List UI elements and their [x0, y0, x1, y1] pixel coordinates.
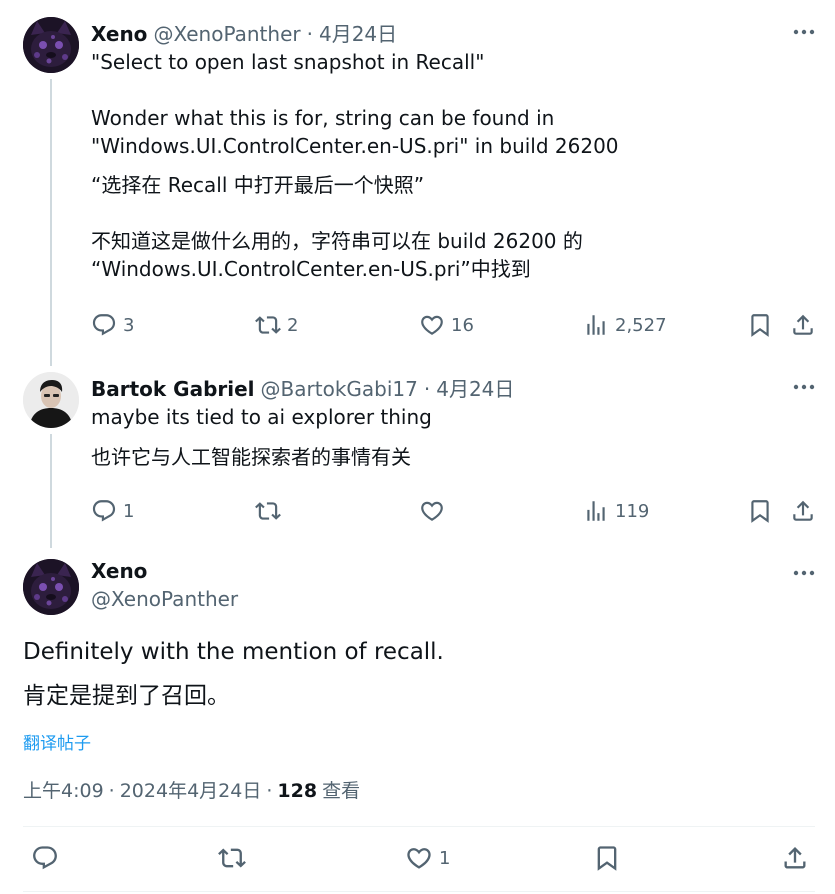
like-icon [407, 848, 431, 869]
bookmark-button[interactable] [747, 498, 773, 524]
more-icon[interactable] [791, 19, 817, 45]
tweet-text: maybe its tied to ai explorer thing [91, 405, 432, 429]
views-label: 查看 [322, 780, 361, 802]
like-icon [421, 315, 443, 335]
tweet-date[interactable]: 4月24日 [436, 373, 514, 402]
more-icon[interactable] [791, 560, 817, 586]
share-icon [784, 847, 806, 869]
translation-text: 也许它与人工智能探索者的事情有关 [91, 445, 411, 469]
translation-text: 肯定是提到了召回。 [23, 683, 230, 709]
share-button[interactable] [790, 312, 816, 338]
views-icon [587, 315, 605, 335]
like-icon [421, 501, 443, 521]
like-count: 16 [451, 314, 474, 336]
reply-button[interactable] [31, 844, 59, 872]
tweet-text-para: Wonder what this is for, string can be f… [91, 106, 619, 158]
bookmark-icon [597, 846, 617, 871]
repost-button[interactable] [255, 498, 281, 524]
separator: · [423, 377, 431, 401]
like-button[interactable]: 1 [405, 844, 450, 872]
display-name[interactable]: Xeno [91, 22, 147, 46]
views-count: 119 [615, 500, 650, 522]
tweet-header: Bartok Gabriel @BartokGabi17 · 4月24日 [91, 373, 514, 402]
reply-icon [92, 314, 116, 336]
avatar[interactable] [23, 372, 79, 428]
display-name[interactable]: Bartok Gabriel [91, 377, 255, 401]
user-handle[interactable]: @XenoPanther [153, 22, 300, 46]
like-count: 1 [439, 847, 451, 869]
repost-count: 2 [287, 314, 299, 336]
thread-line [50, 434, 52, 548]
repost-icon [255, 316, 281, 334]
reply-count: 3 [123, 314, 135, 336]
repost-icon [218, 848, 246, 868]
avatar[interactable] [23, 17, 79, 73]
separator: · [306, 22, 313, 46]
tweet-text: Definitely with the mention of recall. [23, 639, 444, 665]
thread-line [50, 79, 52, 366]
bookmark-button[interactable] [747, 312, 773, 338]
separator: · [266, 780, 273, 802]
tweet-date[interactable]: 2024年4月24日 [120, 776, 262, 803]
like-button[interactable]: 16 [419, 312, 474, 338]
repost-icon [255, 502, 281, 520]
tweet-text: "Select to open last snapshot in Recall" [91, 50, 485, 74]
share-button[interactable] [790, 498, 816, 524]
reply-button[interactable]: 3 [91, 312, 134, 338]
translation-text-para: 不知道这是做什么用的，字符串可以在 build 26200 的 “Windows… [91, 229, 583, 281]
bookmark-button[interactable] [593, 844, 621, 872]
separator: · [108, 780, 115, 802]
views-icon [587, 501, 605, 521]
tweet-time[interactable]: 上午4:09 [23, 776, 104, 803]
divider [23, 891, 815, 892]
bookmark-icon [751, 500, 769, 523]
tweet-meta: 上午4:09 · 2024年4月24日 · 128 查看 [23, 776, 360, 803]
tweet-date[interactable]: 4月24日 [319, 18, 397, 47]
share-icon [793, 314, 813, 335]
reply-icon [33, 846, 57, 870]
tweet-header: Xeno @XenoPanther · 4月24日 [91, 18, 397, 47]
display-name[interactable]: Xeno [91, 559, 147, 583]
views-count: 128 [277, 780, 318, 802]
user-handle[interactable]: @BartokGabi17 [261, 377, 418, 401]
user-handle[interactable]: @XenoPanther [91, 587, 238, 611]
reply-icon [92, 500, 116, 522]
divider [23, 826, 815, 827]
reply-count: 1 [123, 500, 135, 522]
like-button[interactable] [419, 498, 445, 524]
views-count: 2,527 [615, 314, 667, 336]
share-button[interactable] [781, 844, 809, 872]
views-button[interactable]: 2,527 [583, 312, 667, 338]
more-icon[interactable] [791, 374, 817, 400]
views-button[interactable]: 119 [583, 498, 649, 524]
repost-button[interactable] [218, 844, 246, 872]
repost-button[interactable]: 2 [255, 312, 298, 338]
translate-post-link[interactable]: 翻译帖子 [23, 729, 91, 754]
avatar[interactable] [23, 559, 79, 615]
translation-text: “选择在 Recall 中打开最后一个快照” [91, 173, 425, 197]
reply-button[interactable]: 1 [91, 498, 134, 524]
bookmark-icon [751, 314, 769, 337]
share-icon [793, 500, 813, 521]
